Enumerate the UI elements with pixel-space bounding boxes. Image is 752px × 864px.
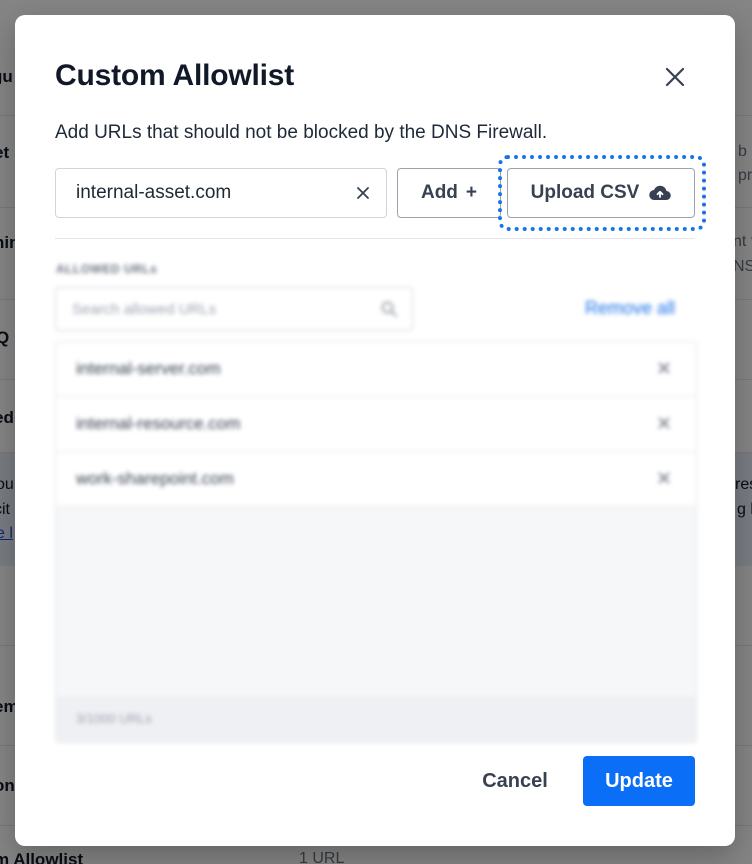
cancel-button[interactable]: Cancel <box>463 756 567 806</box>
remove-item-button[interactable] <box>654 468 674 488</box>
remove-all-link[interactable]: Remove all <box>585 298 675 319</box>
modal-subtitle: Add URLs that should not be blocked by t… <box>55 122 548 143</box>
update-button[interactable]: Update <box>583 756 695 806</box>
modal-title: Custom Allowlist <box>55 59 295 92</box>
close-icon <box>665 67 685 87</box>
upload-csv-button[interactable]: Upload CSV <box>507 168 695 218</box>
search-container <box>55 287 413 331</box>
allowed-urls-label: ALLOWED URLs <box>56 262 158 276</box>
upload-csv-label: Upload CSV <box>530 182 640 203</box>
allowed-urls-list: internal-server.com internal-resource.co… <box>55 341 697 743</box>
remove-item-icon <box>658 417 670 429</box>
url-input-container <box>55 168 387 218</box>
url-input[interactable] <box>56 169 346 217</box>
list-footer: 3/1000 URLs <box>56 696 696 742</box>
close-button[interactable] <box>661 63 689 91</box>
list-item: internal-resource.com <box>56 397 696 452</box>
clear-input-icon <box>357 187 369 199</box>
clear-input-button[interactable] <box>352 182 374 204</box>
add-url-label: Add <box>420 182 458 203</box>
section-divider <box>55 238 695 239</box>
list-item: internal-server.com <box>56 342 696 397</box>
cloud-upload-icon <box>649 185 672 201</box>
custom-allowlist-modal: Custom Allowlist Add URLs that should no… <box>15 15 735 846</box>
plus-icon: + <box>465 182 478 203</box>
list-item-label: work-sharepoint.com <box>76 469 234 488</box>
list-item-label: internal-resource.com <box>76 414 241 433</box>
list-item-label: internal-server.com <box>76 359 221 378</box>
search-input[interactable] <box>56 288 376 330</box>
remove-item-button[interactable] <box>654 413 674 433</box>
remove-item-icon <box>658 472 670 484</box>
add-url-button[interactable]: Add + <box>397 168 501 218</box>
url-count: 3/1000 URLs <box>76 711 152 726</box>
remove-item-button[interactable] <box>654 358 674 378</box>
search-icon <box>381 301 397 317</box>
list-item: work-sharepoint.com <box>56 452 696 507</box>
remove-item-icon <box>658 362 670 374</box>
